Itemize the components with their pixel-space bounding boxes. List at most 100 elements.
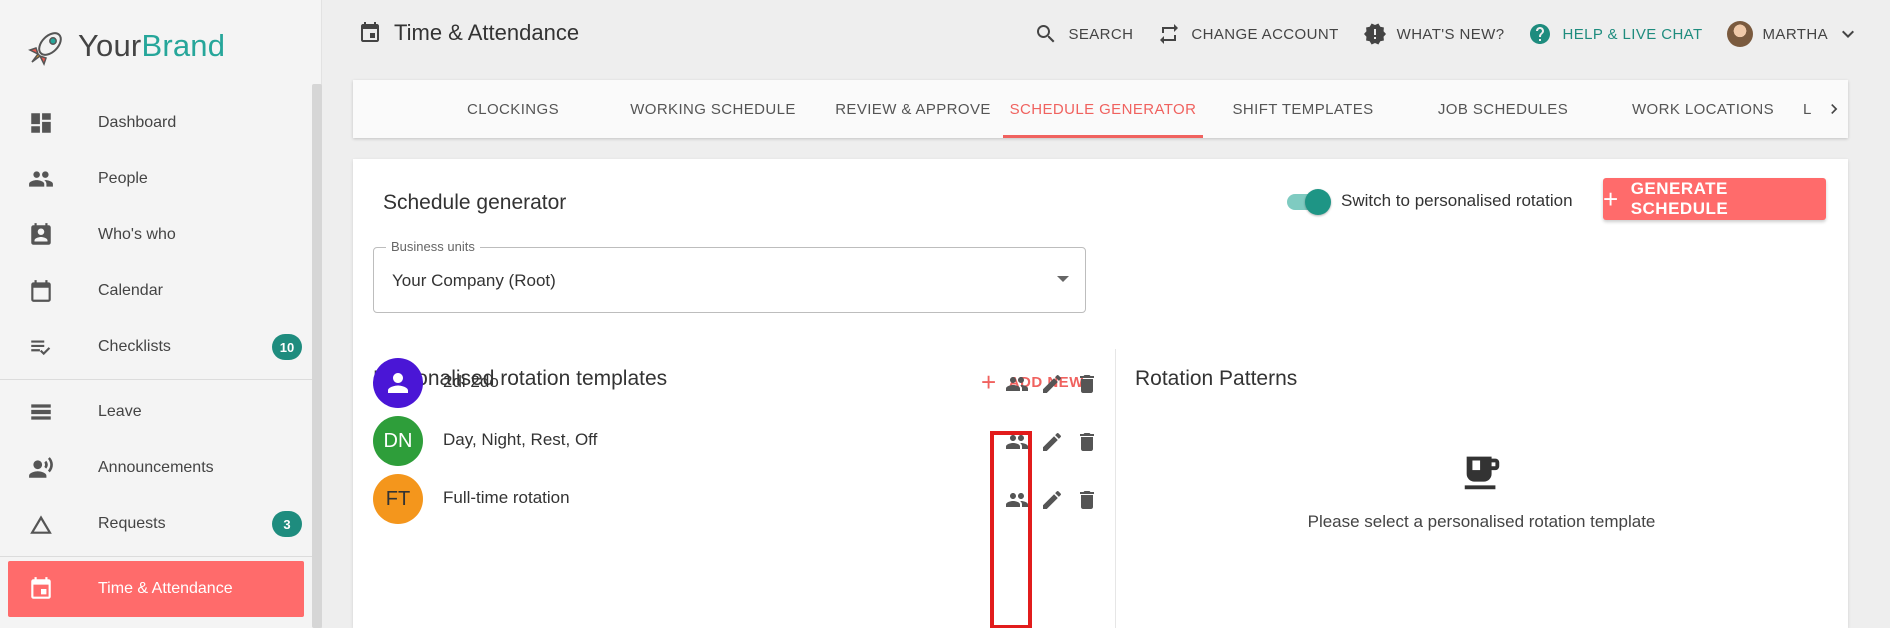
plus-icon: + <box>1603 184 1619 214</box>
change-account-label: CHANGE ACCOUNT <box>1191 25 1339 43</box>
search-icon <box>1037 25 1055 43</box>
sidebar: YourBrand Dashboard People Who's who Cal… <box>0 0 322 628</box>
pencil-icon <box>1042 490 1061 509</box>
triangle-icon <box>28 511 54 537</box>
sidebar-item-announcements[interactable]: Announcements <box>0 440 312 496</box>
announcement-icon <box>28 455 54 481</box>
tab-working-schedule[interactable]: WORKING SCHEDULE <box>613 80 813 138</box>
sidebar-item-requests[interactable]: Requests 3 <box>0 496 312 552</box>
badge-icon <box>28 222 54 248</box>
tab-review-approve[interactable]: REVIEW & APPROVE <box>813 80 1013 138</box>
user-name: MARTHA <box>1762 25 1828 43</box>
help-icon <box>1530 24 1551 44</box>
checklists-count-badge: 10 <box>272 334 302 360</box>
template-row-day-night-rest-off[interactable]: DN Day, Night, Rest, Off <box>373 416 1094 466</box>
pencil-icon <box>1042 432 1061 451</box>
people-icon <box>28 166 54 192</box>
requests-count-badge: 3 <box>272 511 302 537</box>
sidebar-item-label: Requests <box>98 515 166 532</box>
section-tabs: CLOCKINGS WORKING SCHEDULE REVIEW & APPR… <box>353 80 1848 138</box>
assign-people-button[interactable] <box>1003 370 1030 397</box>
toggle-label: Switch to personalised rotation <box>1341 191 1573 210</box>
top-bar: Time & Attendance SEARCH CHANGE ACCOUNT … <box>322 0 1890 68</box>
template-avatar <box>373 358 423 408</box>
whats-new-button[interactable]: WHAT'S NEW? <box>1363 22 1505 46</box>
sidebar-item-label: Calendar <box>98 282 163 299</box>
generate-schedule-button[interactable]: + GENERATE SCHEDULE <box>1603 178 1826 220</box>
people-icon <box>1005 376 1028 391</box>
sidebar-item-label: Announcements <box>98 459 214 476</box>
edit-button[interactable] <box>1038 370 1065 397</box>
edit-button[interactable] <box>1038 486 1065 513</box>
checklist-icon <box>28 334 54 360</box>
sidebar-scrollbar[interactable] <box>312 84 322 628</box>
trash-icon <box>1079 374 1094 393</box>
trash-icon <box>1079 490 1094 509</box>
help-live-chat-button[interactable]: HELP & LIVE CHAT <box>1528 22 1702 46</box>
template-row-2di-2do[interactable]: 2di 2do <box>373 358 1094 408</box>
dashboard-icon <box>28 110 54 136</box>
sidebar-item-whos-who[interactable]: Who's who <box>0 207 312 263</box>
help-label: HELP & LIVE CHAT <box>1562 25 1703 43</box>
avatar <box>1726 21 1753 47</box>
calendar-event-icon <box>361 22 379 42</box>
toggle-switch[interactable] <box>1285 185 1331 217</box>
whats-new-label: WHAT'S NEW? <box>1396 25 1505 43</box>
search-button[interactable]: SEARCH <box>1034 22 1133 46</box>
pencil-icon <box>1042 374 1061 393</box>
sidebar-item-time-attendance[interactable]: Time & Attendance <box>8 561 304 617</box>
delete-button[interactable] <box>1073 486 1100 513</box>
tabs-scroll-right-button[interactable] <box>1820 80 1848 138</box>
swap-icon <box>1160 24 1179 44</box>
change-account-button[interactable]: CHANGE ACCOUNT <box>1157 22 1338 46</box>
coffee-cup-icon <box>1464 456 1499 490</box>
person-icon <box>388 373 408 393</box>
tab-job-schedules[interactable]: JOB SCHEDULES <box>1403 80 1603 138</box>
business-units-select[interactable]: Business units Your Company (Root) <box>373 239 1086 313</box>
sidebar-divider <box>0 556 312 557</box>
tab-shift-templates[interactable]: SHIFT TEMPLATES <box>1203 80 1403 138</box>
chevron-right-icon <box>1831 104 1838 114</box>
sidebar-item-label: Time & Attendance <box>98 580 233 597</box>
sidebar-item-checklists[interactable]: Checklists 10 <box>0 319 312 375</box>
sidebar-divider <box>0 379 312 380</box>
delete-button[interactable] <box>1073 370 1100 397</box>
sidebar-item-label: People <box>98 170 148 187</box>
new-releases-icon <box>1363 23 1386 45</box>
template-row-full-time-rotation[interactable]: FT Full-time rotation <box>373 474 1094 524</box>
sidebar-item-people[interactable]: People <box>0 151 312 207</box>
caret-down-icon <box>1057 276 1069 282</box>
sidebar-item-leave[interactable]: Leave <box>0 384 312 440</box>
user-menu[interactable]: MARTHA <box>1726 21 1860 47</box>
brand-name: YourBrand <box>78 28 226 63</box>
business-units-value: Your Company (Root) <box>392 271 556 290</box>
chevron-down-icon <box>1842 30 1854 38</box>
calendar-event-icon <box>28 576 54 602</box>
template-avatar: DN <box>373 416 423 466</box>
tab-clockings[interactable]: CLOCKINGS <box>413 80 613 138</box>
rotation-patterns-title: Rotation Patterns <box>1135 367 1298 390</box>
sidebar-item-label: Dashboard <box>98 114 177 131</box>
personalised-rotation-toggle[interactable]: Switch to personalised rotation <box>1285 185 1573 217</box>
business-units-label: Business units <box>386 239 480 254</box>
trash-icon <box>1079 432 1094 451</box>
edit-button[interactable] <box>1038 428 1065 455</box>
page-title: Time & Attendance <box>358 20 579 46</box>
toggle-thumb <box>1305 189 1331 215</box>
template-name: Full-time rotation <box>443 488 570 507</box>
brand-logo[interactable]: YourBrand <box>26 24 225 68</box>
schedule-generator-card: Schedule generator Switch to personalise… <box>353 159 1848 628</box>
template-actions <box>1003 370 1108 397</box>
sidebar-item-dashboard[interactable]: Dashboard <box>0 95 312 151</box>
template-avatar: FT <box>373 474 423 524</box>
tab-work-locations[interactable]: WORK LOCATIONS <box>1603 80 1803 138</box>
empty-state-text: Please select a personalised rotation te… <box>1307 512 1656 531</box>
template-name: Day, Night, Rest, Off <box>443 430 598 449</box>
sidebar-item-calendar[interactable]: Calendar <box>0 263 312 319</box>
rotation-patterns-empty-state: Please select a personalised rotation te… <box>1115 449 1848 532</box>
generate-schedule-label: GENERATE SCHEDULE <box>1630 179 1729 218</box>
sidebar-item-label: Who's who <box>98 226 176 243</box>
sidebar-item-label: Leave <box>98 403 142 420</box>
delete-button[interactable] <box>1073 428 1100 455</box>
tab-schedule-generator[interactable]: SCHEDULE GENERATOR <box>1003 80 1203 138</box>
